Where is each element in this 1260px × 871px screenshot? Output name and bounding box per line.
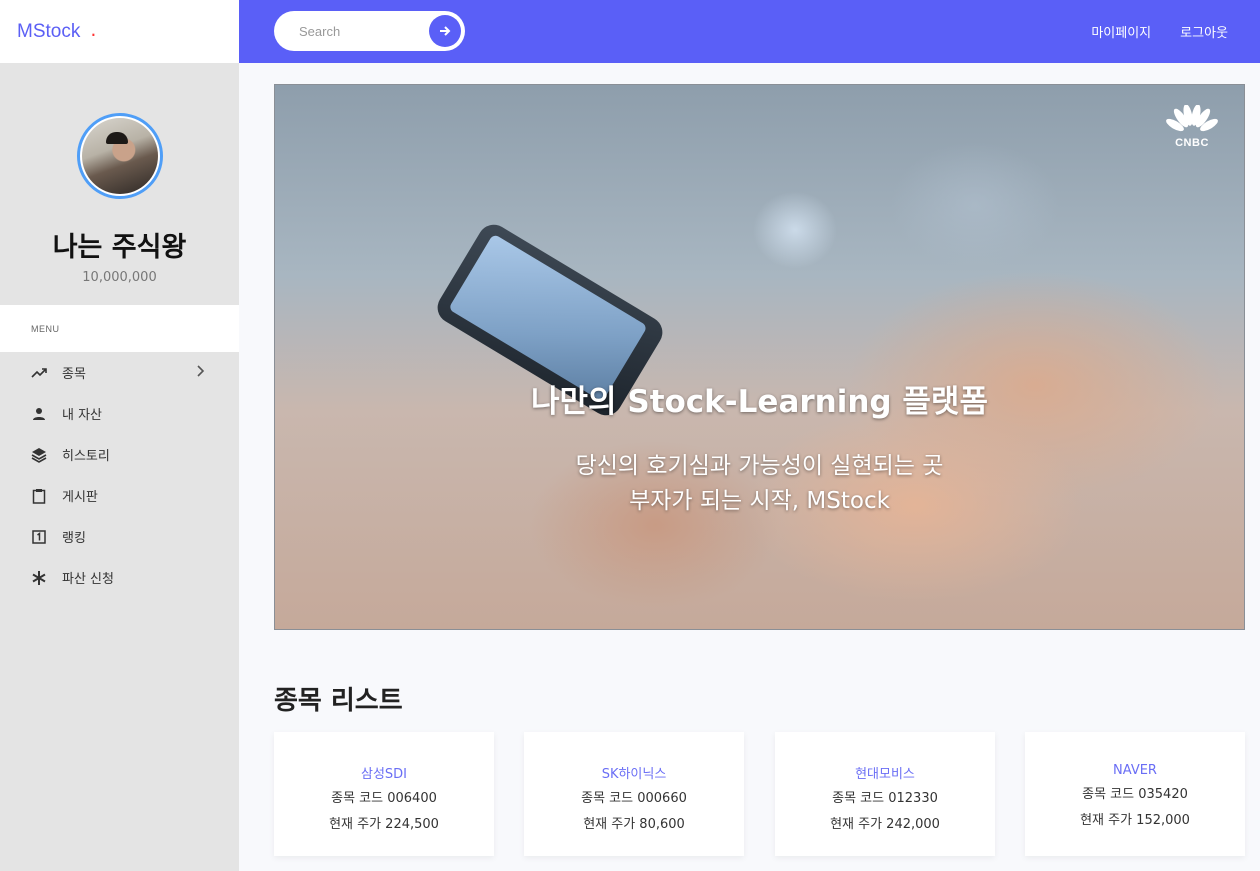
stock-price: 현재 주가 152,000 xyxy=(1080,813,1190,828)
top-links: 마이페이지 로그아웃 xyxy=(1091,0,1228,63)
stock-price: 현재 주가 224,500 xyxy=(329,817,439,832)
sidebar-item-label: 게시판 xyxy=(62,490,98,505)
stock-card[interactable]: 삼성SDI 종목 코드 006400 현재 주가 224,500 xyxy=(274,732,494,856)
sidebar-item-label: 종목 xyxy=(62,367,86,382)
sidebar-item-bankruptcy[interactable]: 파산 신청 xyxy=(0,557,239,598)
profile-panel: 나는 주식왕 10,000,000 xyxy=(0,63,239,305)
cnbc-logo: CNBC xyxy=(1162,105,1222,153)
sidebar-item-ranking[interactable]: 랭킹 xyxy=(0,516,239,557)
peacock-icon xyxy=(1166,105,1218,132)
stock-list-title: 종목 리스트 xyxy=(274,686,403,716)
brand-dot: . xyxy=(90,18,97,41)
search-submit-button[interactable] xyxy=(429,15,461,47)
profile-balance: 10,000,000 xyxy=(82,270,157,285)
layers-icon xyxy=(31,447,47,463)
hero-subtitle-line2: 부자가 되는 시작, MStock xyxy=(629,488,890,514)
sidebar-item-assets[interactable]: 내 자산 xyxy=(0,393,239,434)
cnbc-logo-text: CNBC xyxy=(1175,137,1209,149)
menu-header: MENU xyxy=(0,305,239,352)
sidebar-menu: 종목 내 자산 히스토리 게시판 랭킹 파산 신청 xyxy=(0,352,239,598)
stock-code: 종목 코드 000660 xyxy=(581,791,687,806)
stock-name[interactable]: 삼성SDI xyxy=(274,763,494,782)
avatar[interactable] xyxy=(76,113,163,199)
search-input[interactable] xyxy=(290,19,420,43)
sidebar: MStock . 나는 주식왕 10,000,000 MENU 종목 내 자산 xyxy=(0,0,239,871)
logout-link[interactable]: 로그아웃 xyxy=(1180,22,1228,41)
stock-card[interactable]: 현대모비스 종목 코드 012330 현재 주가 242,000 xyxy=(775,732,995,856)
chevron-right-icon[interactable] xyxy=(195,364,205,382)
person-icon xyxy=(31,406,47,422)
asterisk-icon xyxy=(31,570,47,586)
stock-price: 현재 주가 242,000 xyxy=(830,817,940,832)
stock-code: 종목 코드 006400 xyxy=(331,791,437,806)
stock-card[interactable]: NAVER 종목 코드 035420 현재 주가 152,000 xyxy=(1025,732,1245,856)
stock-card[interactable]: SK하이닉스 종목 코드 000660 현재 주가 80,600 xyxy=(524,732,744,856)
sidebar-item-board[interactable]: 게시판 xyxy=(0,475,239,516)
hero-subtitle-line1: 당신의 호기심과 가능성이 실현되는 곳 xyxy=(575,453,944,479)
topbar: 마이페이지 로그아웃 xyxy=(239,0,1260,63)
stock-name[interactable]: 현대모비스 xyxy=(775,763,995,782)
brand[interactable]: MStock . xyxy=(0,0,239,63)
stock-code: 종목 코드 035420 xyxy=(1082,787,1188,802)
sidebar-item-label: 파산 신청 xyxy=(62,572,114,587)
stock-name[interactable]: NAVER xyxy=(1025,763,1245,778)
number-one-icon xyxy=(31,529,47,545)
sidebar-item-label: 랭킹 xyxy=(62,531,86,546)
search-box xyxy=(274,11,465,51)
mypage-link[interactable]: 마이페이지 xyxy=(1091,22,1151,41)
stock-price: 현재 주가 80,600 xyxy=(583,817,685,832)
hero-banner: CNBC 나만의 Stock-Learning 플랫폼 당신의 호기심과 가능성… xyxy=(274,84,1245,630)
stock-name[interactable]: SK하이닉스 xyxy=(524,763,744,782)
profile-name: 나는 주식왕 xyxy=(52,232,187,263)
sidebar-item-label: 내 자산 xyxy=(62,408,103,423)
clipboard-icon xyxy=(31,488,47,504)
avatar-photo xyxy=(81,118,158,194)
sidebar-item-history[interactable]: 히스토리 xyxy=(0,434,239,475)
sidebar-item-stocks[interactable]: 종목 xyxy=(0,352,239,393)
stock-code: 종목 코드 012330 xyxy=(832,791,938,806)
trending-up-icon xyxy=(31,365,47,381)
sidebar-item-label: 히스토리 xyxy=(62,449,110,464)
brand-logo[interactable]: MStock xyxy=(17,21,80,43)
arrow-right-icon xyxy=(440,26,451,36)
hero-title: 나만의 Stock-Learning 플랫폼 xyxy=(531,384,988,420)
